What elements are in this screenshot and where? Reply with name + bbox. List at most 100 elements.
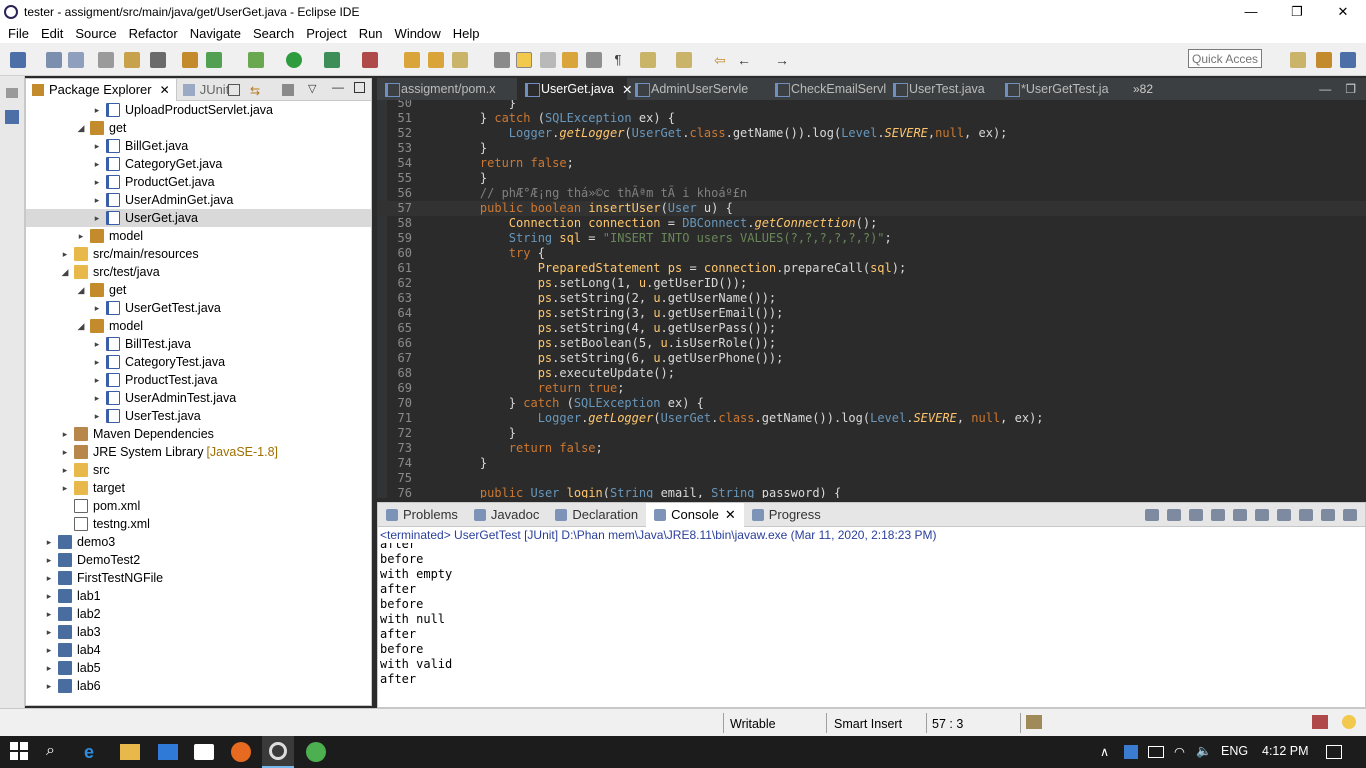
show-console-icon[interactable] [1233, 508, 1247, 521]
maximize-view-icon[interactable] [354, 82, 365, 93]
open-folder-icon[interactable] [404, 52, 420, 68]
java-perspective-icon[interactable] [1340, 52, 1356, 68]
error-log-icon[interactable] [1312, 715, 1328, 729]
editor-tab[interactable]: assigment/pom.x [377, 78, 517, 100]
wifi-icon[interactable]: ◠ [1174, 744, 1185, 759]
file-explorer-icon[interactable] [120, 744, 140, 760]
tips-icon[interactable] [1342, 715, 1356, 729]
collapsed-arrow-icon[interactable]: ▸ [92, 141, 102, 152]
more-tabs-button[interactable]: »82 [1125, 78, 1161, 100]
code-line[interactable]: 76 public User login(String email, Strin… [377, 486, 1366, 498]
collapsed-arrow-icon[interactable]: ▸ [44, 609, 54, 620]
tree-item[interactable]: ▸ lab2 [26, 605, 371, 623]
tree-item[interactable]: ▸ target [26, 479, 371, 497]
tree-item[interactable]: pom.xml [26, 497, 371, 515]
tree-item[interactable]: ▸ ProductGet.java [26, 173, 371, 191]
expanded-arrow-icon[interactable]: ◢ [76, 321, 86, 332]
collapsed-arrow-icon[interactable]: ▸ [44, 645, 54, 656]
terminate-icon[interactable] [1145, 508, 1159, 521]
tab-console[interactable]: Console ✕ [646, 502, 744, 527]
tree-item[interactable]: ▸ UserGet.java [26, 209, 371, 227]
tree-item[interactable]: ▸ CategoryGet.java [26, 155, 371, 173]
volume-icon[interactable]: 🔈 [1196, 744, 1212, 759]
block-selection-icon[interactable] [540, 52, 556, 68]
code-line[interactable]: 58 Connection connection = DBConnect.get… [377, 216, 1366, 231]
editor-tab[interactable]: UserTest.java [885, 78, 997, 100]
tree-item[interactable]: ▸ Maven Dependencies [26, 425, 371, 443]
collapsed-arrow-icon[interactable]: ▸ [92, 375, 102, 386]
tree-item[interactable]: ▸ UserTest.java [26, 407, 371, 425]
tree-item[interactable]: ▸ UploadProductServlet.java [26, 101, 371, 119]
collapsed-arrow-icon[interactable]: ▸ [60, 429, 70, 440]
tree-item[interactable]: ▸ BillTest.java [26, 335, 371, 353]
minimize-console-icon[interactable] [1321, 508, 1335, 521]
tab-declaration[interactable]: Declaration [547, 503, 646, 527]
run-icon[interactable] [286, 52, 302, 68]
maximize-console-icon[interactable] [1343, 508, 1357, 521]
remove-all-icon[interactable] [1189, 508, 1203, 521]
collapsed-arrow-icon[interactable]: ▸ [44, 627, 54, 638]
collapsed-arrow-icon[interactable]: ▸ [92, 393, 102, 404]
remove-launch-icon[interactable] [1167, 508, 1181, 521]
expanded-arrow-icon[interactable]: ◢ [76, 123, 86, 134]
firefox-icon[interactable] [231, 742, 251, 762]
new-icon[interactable] [10, 52, 26, 68]
show-whitespace-icon[interactable] [586, 52, 602, 68]
tree-item[interactable]: ▸ src [26, 461, 371, 479]
minimize-view-icon[interactable]: — [332, 80, 344, 94]
collapsed-arrow-icon[interactable]: ▸ [92, 159, 102, 170]
debug-icon[interactable] [248, 52, 264, 68]
tree-item[interactable]: ▸ FirstTestNGFile [26, 569, 371, 587]
code-line[interactable]: 66 ps.setBoolean(5, u.isUserRole()); [377, 336, 1366, 351]
tab-problems[interactable]: Problems [378, 503, 466, 527]
collapsed-arrow-icon[interactable]: ▸ [60, 249, 70, 260]
minimize-button[interactable]: — [1228, 0, 1274, 23]
collapsed-arrow-icon[interactable]: ▸ [44, 573, 54, 584]
open-console-icon[interactable] [1299, 508, 1313, 521]
last-edit-icon[interactable]: ⇦ [712, 52, 728, 68]
menu-refactor[interactable]: Refactor [123, 26, 184, 41]
tree-item[interactable]: ▸ lab1 [26, 587, 371, 605]
notifications-icon[interactable] [1326, 745, 1342, 759]
save-all-icon[interactable] [68, 52, 84, 68]
tray-overflow-icon[interactable]: ∧ [1100, 744, 1109, 759]
code-line[interactable]: 63 ps.setString(2, u.getUserName()); [377, 291, 1366, 306]
language-indicator[interactable]: ENG [1221, 744, 1248, 758]
collapsed-arrow-icon[interactable]: ▸ [44, 681, 54, 692]
collapsed-arrow-icon[interactable]: ▸ [44, 591, 54, 602]
code-line[interactable]: 62 ps.setLong(1, u.getUserID()); [377, 276, 1366, 291]
link-editor-icon[interactable]: ⇆ [250, 84, 264, 98]
collapsed-arrow-icon[interactable]: ▸ [92, 105, 102, 116]
maximize-button[interactable]: ❐ [1274, 0, 1320, 23]
mail-icon[interactable] [158, 744, 178, 760]
tree-item[interactable]: ▸ UserGetTest.java [26, 299, 371, 317]
collapsed-arrow-icon[interactable]: ▸ [92, 339, 102, 350]
collapsed-arrow-icon[interactable]: ▸ [44, 537, 54, 548]
forward-icon[interactable]: → [774, 52, 790, 68]
close-icon[interactable]: ✕ [160, 83, 170, 97]
code-line[interactable]: 72 } [377, 426, 1366, 441]
view-menu-icon[interactable]: ▽ [308, 82, 316, 95]
collapsed-arrow-icon[interactable]: ▸ [60, 465, 70, 476]
code-line[interactable]: 69 return true; [377, 381, 1366, 396]
collapsed-arrow-icon[interactable]: ▸ [44, 663, 54, 674]
minimize-editor-icon[interactable]: — [1319, 82, 1331, 96]
code-line[interactable]: 55 } [377, 171, 1366, 186]
collapsed-arrow-icon[interactable]: ▸ [60, 447, 70, 458]
clock[interactable]: 4:12 PM [1262, 744, 1309, 758]
mark-occurrences-icon[interactable] [516, 52, 532, 68]
code-line[interactable]: 67 ps.setString(6, u.getUserPhone()); [377, 351, 1366, 366]
code-line[interactable]: 71 Logger.getLogger(UserGet.class.getNam… [377, 411, 1366, 426]
save-icon[interactable] [46, 52, 62, 68]
code-line[interactable]: 61 PreparedStatement ps = connection.pre… [377, 261, 1366, 276]
menu-help[interactable]: Help [447, 26, 486, 41]
code-line[interactable]: 54 return false; [377, 156, 1366, 171]
collapsed-arrow-icon[interactable]: ▸ [92, 303, 102, 314]
pen-icon[interactable] [452, 52, 468, 68]
menu-run[interactable]: Run [353, 26, 389, 41]
code-line[interactable]: 74 } [377, 456, 1366, 471]
menu-source[interactable]: Source [69, 26, 122, 41]
menu-project[interactable]: Project [300, 26, 352, 41]
print-icon[interactable] [98, 52, 114, 68]
new-package-icon[interactable] [182, 52, 198, 68]
